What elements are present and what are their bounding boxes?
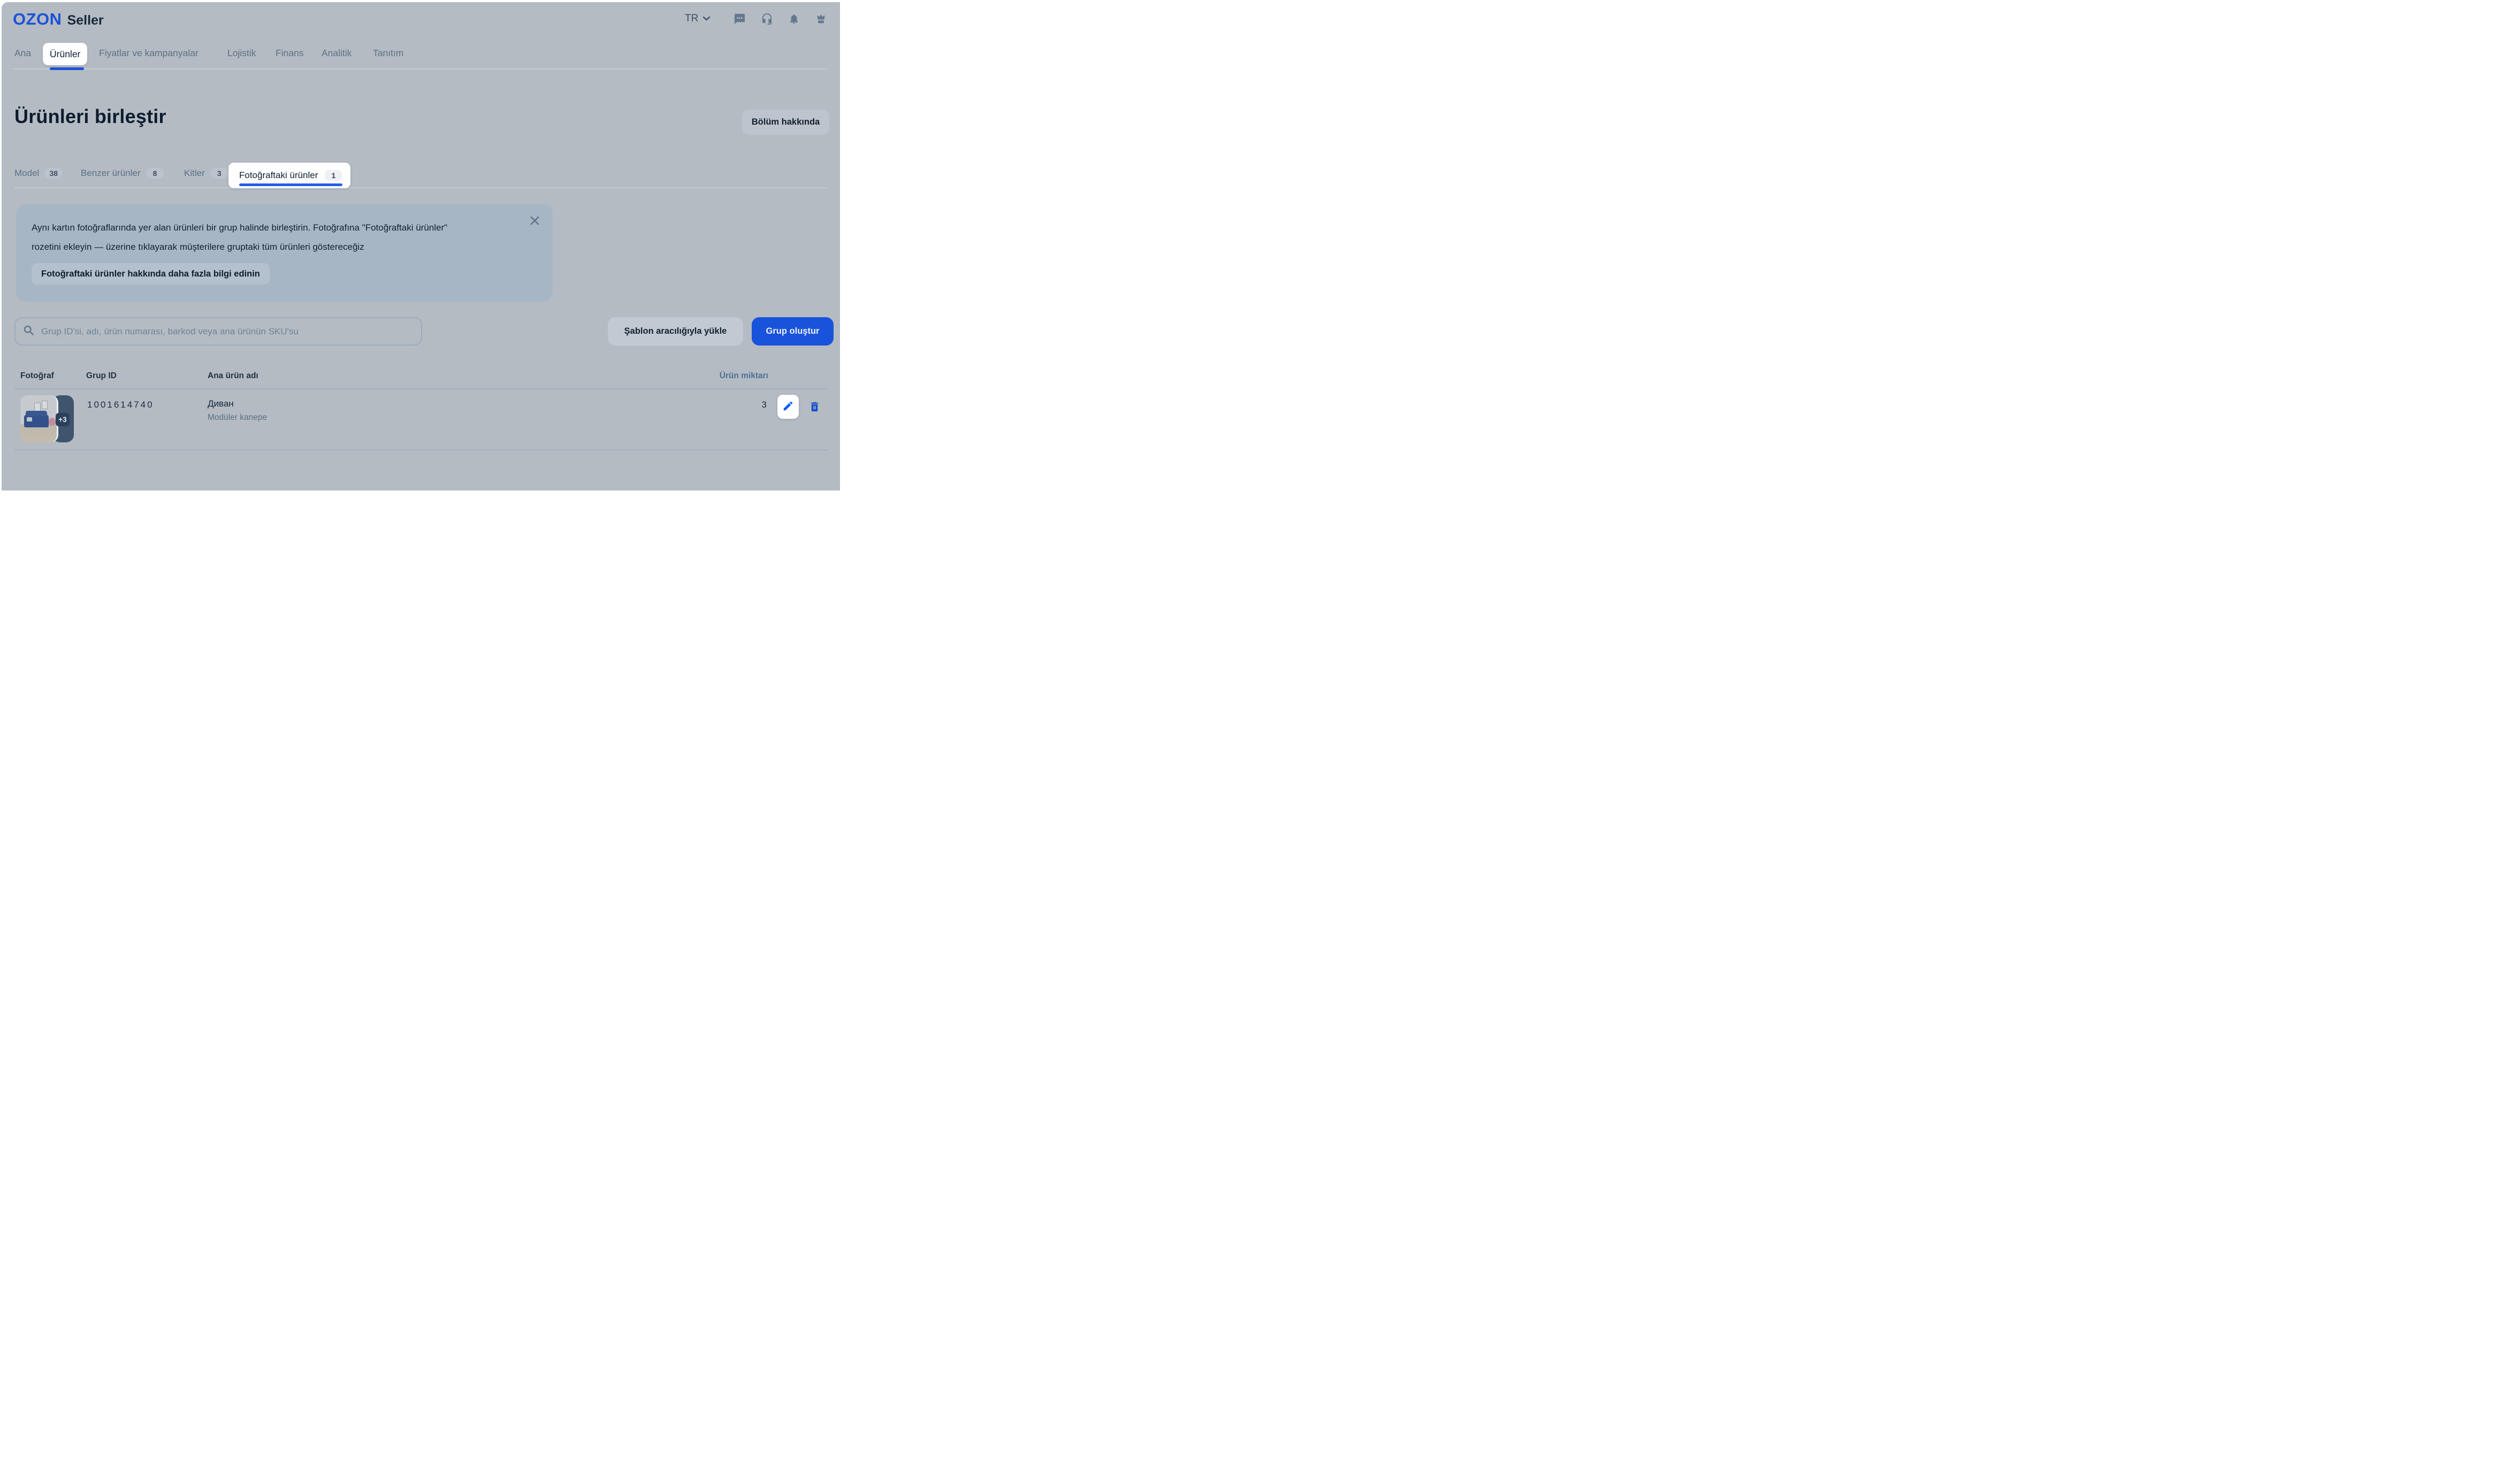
row-group-id: 1001614740 — [87, 400, 154, 410]
ozon-logo-text: OZON — [13, 10, 62, 29]
upload-template-button[interactable]: Şablon aracılığıyla yükle — [608, 317, 743, 346]
create-group-button[interactable]: Grup oluştur — [752, 317, 834, 346]
nav-divider — [13, 68, 828, 70]
nav-item-finans[interactable]: Finans — [276, 48, 304, 59]
table-row-divider — [14, 449, 828, 450]
info-banner-line1: Aynı kartın fotoğraflarında yer alan ürü… — [32, 218, 447, 237]
app-window: OZON Seller TR Ana Ürünle — [0, 0, 840, 490]
nav-item-ana[interactable]: Ana — [14, 48, 31, 59]
tab-active-underline — [239, 183, 342, 186]
chevron-down-icon — [702, 13, 711, 25]
page-title: Ürünleri birleştir — [14, 105, 166, 128]
nav-item-urunler[interactable]: Ürünler — [43, 43, 87, 65]
photo-wall-frame — [42, 401, 48, 409]
nav-item-urunler-label: Ürünler — [50, 49, 80, 60]
photo-plant — [49, 418, 56, 426]
info-banner: Aynı kartın fotoğraflarında yer alan ürü… — [16, 204, 553, 302]
chat-icon[interactable] — [734, 13, 746, 25]
column-header-main-product: Ana ürün adı — [208, 371, 258, 381]
delete-group-button[interactable] — [807, 401, 821, 415]
language-label: TR — [685, 13, 698, 25]
about-section-button[interactable]: Bölüm hakkında — [742, 110, 829, 135]
tab-model-count-badge: 38 — [45, 168, 62, 179]
seller-dashboard: OZON Seller TR Ana Ürünle — [2, 2, 840, 490]
bell-icon[interactable] — [788, 13, 800, 25]
column-header-quantity: Ürün miktarı — [716, 371, 768, 381]
headset-icon[interactable] — [761, 13, 773, 25]
edit-group-button[interactable] — [777, 395, 799, 419]
photo-pillow — [27, 417, 32, 421]
tab-kitler-count-badge: 3 — [211, 168, 228, 179]
nav-item-lojistik[interactable]: Lojistik — [227, 48, 256, 59]
tab-benzer-urunler-label: Benzer ürünler — [81, 168, 141, 179]
nav-active-underline — [50, 67, 84, 70]
tab-kitler[interactable]: Kitler 3 — [184, 168, 228, 179]
row-product-subtitle: Modüler kanepe — [208, 413, 267, 423]
topbar-icon-group — [734, 13, 827, 25]
tab-model-label: Model — [14, 168, 39, 179]
row-quantity: 3 — [750, 400, 767, 410]
search-icon — [23, 325, 34, 339]
tab-benzer-urunler-count-badge: 8 — [147, 168, 164, 179]
ozon-seller-logo: OZON Seller — [13, 10, 104, 29]
crown-icon[interactable] — [815, 13, 827, 25]
info-banner-text: Aynı kartın fotoğraflarında yer alan ürü… — [32, 218, 447, 257]
table-header-divider — [14, 388, 828, 389]
more-info-button[interactable]: Fotoğraftaki ürünler hakkında daha fazla… — [32, 263, 270, 285]
nav-item-analitik[interactable]: Analitik — [322, 48, 352, 59]
tab-benzer-urunler[interactable]: Benzer ürünler 8 — [81, 168, 164, 179]
tabs-divider — [14, 187, 828, 188]
extra-photos-badge: +3 — [56, 413, 70, 426]
trash-icon — [808, 401, 821, 415]
product-photo — [20, 395, 58, 442]
tab-kitler-label: Kitler — [184, 168, 205, 179]
seller-logo-text: Seller — [67, 13, 104, 28]
search-box — [14, 317, 422, 346]
pencil-icon — [782, 400, 794, 413]
column-header-group-id: Grup ID — [86, 371, 117, 381]
row-product-name: Диван — [208, 398, 234, 409]
column-header-photo: Fotoğraf — [20, 371, 54, 381]
tab-fotograftaki-urunler-count-badge: 1 — [325, 170, 342, 181]
nav-item-tanitim[interactable]: Tanıtım — [373, 48, 403, 59]
search-input[interactable] — [40, 326, 414, 338]
language-selector[interactable]: TR — [685, 13, 711, 25]
info-banner-line2: rozetini ekleyin — üzerine tıklayarak mü… — [32, 237, 447, 257]
tab-model[interactable]: Model 38 — [14, 168, 62, 179]
close-icon[interactable] — [527, 213, 542, 228]
nav-item-fiyatlar[interactable]: Fiyatlar ve kampanyalar — [99, 48, 198, 59]
tab-fotograftaki-urunler-label: Fotoğraftaki ürünler — [239, 170, 318, 181]
row-photo-thumbnail[interactable]: +3 — [20, 395, 74, 442]
tab-fotograftaki-urunler[interactable]: Fotoğraftaki ürünler 1 — [228, 163, 350, 188]
